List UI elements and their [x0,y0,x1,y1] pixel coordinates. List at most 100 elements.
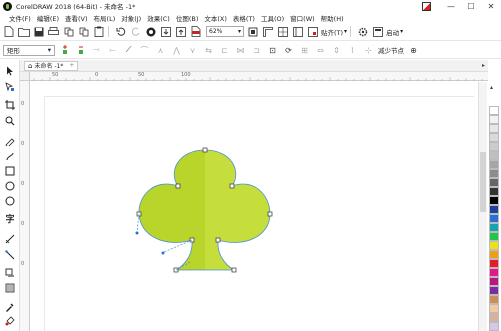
snap-to-label[interactable]: 贴齐(T) [321,27,343,37]
snap-to-icon[interactable] [306,25,319,38]
import-icon[interactable] [159,25,172,38]
undo-icon[interactable] [114,25,127,38]
connector-tool-icon[interactable] [3,248,17,261]
screen-capture-icon[interactable] [419,1,433,12]
home-icon[interactable]: ⌂ [28,62,32,70]
symmetrical-node-icon[interactable]: ⋎ [186,44,199,57]
club-shape[interactable] [120,140,280,280]
reduce-nodes-button[interactable]: 减少节点 [378,45,404,55]
color-swatch[interactable] [489,232,499,241]
color-swatch[interactable] [489,268,499,277]
color-swatch[interactable] [489,115,499,124]
color-swatch[interactable] [489,106,499,115]
vertical-scrollbar[interactable] [478,82,487,331]
color-swatch[interactable] [489,286,499,295]
curve-smoothness-icon[interactable]: ⊕ [407,44,420,57]
color-swatch[interactable] [489,214,499,223]
color-swatch[interactable] [489,223,499,232]
reflect-vertical-icon[interactable]: ⇕ [330,44,343,57]
color-swatch[interactable] [489,259,499,268]
color-swatch[interactable] [489,196,499,205]
save-icon[interactable] [32,25,45,38]
color-swatch[interactable] [489,178,499,187]
color-swatch[interactable] [489,277,499,286]
to-line-icon[interactable]: ⟋ [122,44,135,57]
color-swatch[interactable] [489,304,499,313]
copy-icon[interactable] [77,25,90,38]
delete-node-icon[interactable] [74,44,87,57]
color-swatch[interactable] [489,241,499,250]
open-folder-icon[interactable] [17,25,30,38]
redo-icon[interactable] [129,25,142,38]
cusp-node-icon[interactable]: ⋏ [154,44,167,57]
color-swatch[interactable] [489,151,499,160]
color-swatch[interactable] [489,133,499,142]
menu-help[interactable]: 帮助(H) [318,13,347,23]
show-guidelines-icon[interactable] [291,25,304,38]
pick-tool-icon[interactable] [3,64,17,77]
cut-icon[interactable] [62,25,75,38]
rectangle-tool-icon[interactable] [3,164,17,177]
snap-dropdown-icon[interactable]: ▾ [344,28,347,35]
color-swatch[interactable] [489,169,499,178]
menu-file[interactable]: 文件(F) [6,13,34,23]
rotate-nodes-icon[interactable]: ⟳ [282,44,295,57]
close-curve-icon[interactable]: ⊐ [250,44,263,57]
polygon-tool-icon[interactable] [3,194,17,207]
color-swatch[interactable] [489,295,499,304]
show-grid-icon[interactable] [276,25,289,38]
to-curve-icon[interactable]: ⌒ [138,44,151,57]
smooth-node-icon[interactable]: ⋀ [170,44,183,57]
menu-window[interactable]: 窗口(W) [287,13,318,23]
vertical-ruler[interactable]: 0 0 0 0 0 [20,81,30,331]
show-rulers-icon[interactable] [261,25,274,38]
reflect-nodes-icon[interactable]: ⇔ [314,44,327,57]
color-swatch[interactable] [489,142,499,151]
palette-scroll-up-icon[interactable]: ▴ [490,84,493,91]
menu-tools[interactable]: 工具(O) [258,13,287,23]
new-document-icon[interactable] [2,25,15,38]
menu-layout[interactable]: 布局(L) [91,13,119,23]
search-content-icon[interactable] [144,25,157,38]
interactive-fill-tool-icon[interactable] [3,314,17,327]
tab-scroll-right-icon[interactable]: ▸ [482,62,485,69]
reverse-direction-icon[interactable]: ⇆ [202,44,215,57]
menu-bitmaps[interactable]: 位图(B) [173,13,202,23]
break-curve-icon[interactable]: ⤚ [106,44,119,57]
elastic-mode-icon[interactable]: ⌇ [346,44,359,57]
color-swatch[interactable] [489,313,499,322]
add-document-icon[interactable]: + [69,62,74,69]
zoom-tool-icon[interactable] [3,114,17,127]
select-all-nodes-icon[interactable]: ⊹ [362,44,375,57]
add-node-icon[interactable] [58,44,71,57]
menu-text[interactable]: 文本(X) [201,13,230,23]
menu-object[interactable]: 对象(J) [118,13,144,23]
crop-tool-icon[interactable] [3,98,17,111]
export-icon[interactable] [174,25,187,38]
extend-curve-icon[interactable]: ⊏ [218,44,231,57]
color-swatch[interactable] [489,187,499,196]
color-swatch[interactable] [489,205,499,214]
stretch-nodes-icon[interactable]: ⊡ [266,44,279,57]
transparency-tool-icon[interactable] [3,281,17,294]
document-tab[interactable]: ⌂ 未命名 -1* + [24,60,79,71]
scrollbar-thumb[interactable] [480,152,486,212]
join-nodes-icon[interactable]: ⤙ [90,44,103,57]
launch-app-icon[interactable] [371,25,384,38]
artistic-media-tool-icon[interactable] [3,150,17,163]
shape-tool-icon[interactable] [3,80,17,93]
options-gear-icon[interactable] [356,25,369,38]
zoom-level-select[interactable]: 62% ▾ [206,26,244,37]
ruler-origin[interactable] [20,72,30,81]
maximize-button[interactable]: ☐ [461,0,481,12]
minimize-button[interactable]: — [441,0,461,12]
launch-label[interactable]: 启动 [386,27,399,37]
selection-mode-select[interactable]: 矩形 ▾ [3,44,55,56]
extract-subpath-icon[interactable]: ⋈ [234,44,247,57]
horizontal-ruler[interactable]: 50 0 50 100 [30,72,488,81]
close-button[interactable]: ✕ [481,0,501,12]
color-swatch[interactable] [489,124,499,133]
launch-dropdown-icon[interactable]: ▾ [400,28,403,35]
paste-icon[interactable] [92,25,105,38]
color-swatch[interactable] [489,250,499,259]
